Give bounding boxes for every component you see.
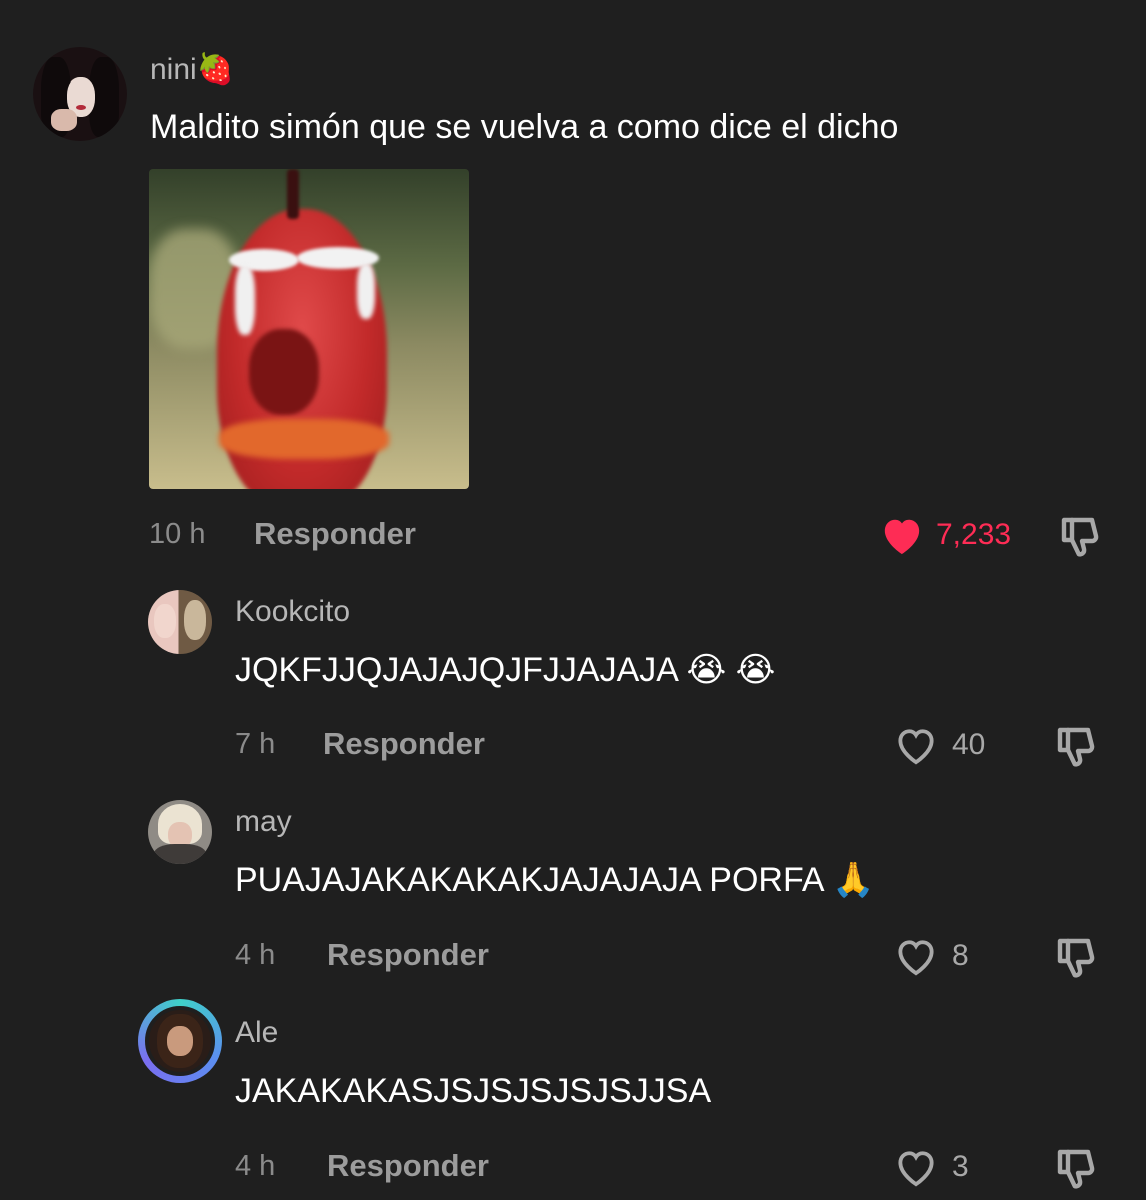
avatar-may[interactable] xyxy=(148,800,212,864)
comment-username[interactable]: may xyxy=(235,805,292,839)
comment-text: PUAJAJAKAKAKAKJAJAJAJA PORFA 🙏 xyxy=(235,861,875,899)
like-count: 7,233 xyxy=(936,518,1012,551)
heart-filled-icon[interactable] xyxy=(879,514,925,556)
avatar-ale[interactable] xyxy=(145,1006,215,1076)
avatar-nini[interactable] xyxy=(33,47,127,141)
comment-username[interactable]: Ale xyxy=(235,1016,278,1050)
comment-username[interactable]: nini🍓 xyxy=(150,52,234,87)
dislike-icon[interactable] xyxy=(1052,724,1100,768)
heart-outline-icon[interactable] xyxy=(893,1146,939,1188)
like-count: 3 xyxy=(952,1150,969,1183)
comment-text: Maldito simón que se vuelva a como dice … xyxy=(150,108,899,146)
reply-button[interactable]: Responder xyxy=(323,726,485,762)
heart-outline-icon[interactable] xyxy=(893,935,939,977)
comment-timestamp: 4 h xyxy=(235,939,276,971)
dislike-icon[interactable] xyxy=(1052,1146,1100,1190)
dislike-icon[interactable] xyxy=(1052,935,1100,979)
comment-timestamp: 7 h xyxy=(235,728,276,760)
comment-timestamp: 4 h xyxy=(235,1150,276,1182)
dislike-icon[interactable] xyxy=(1056,514,1104,558)
comment-sticker-image[interactable] xyxy=(149,169,469,489)
reply-button[interactable]: Responder xyxy=(327,937,489,973)
comment-username[interactable]: Kookcito xyxy=(235,595,350,629)
reply-button[interactable]: Responder xyxy=(327,1148,489,1184)
comment-timestamp: 10 h xyxy=(149,518,206,550)
reply-button[interactable]: Responder xyxy=(254,516,416,552)
avatar-kookcito[interactable] xyxy=(148,590,212,654)
comment-text: JAKAKAKASJSJSJSJSJSJJSA xyxy=(235,1072,712,1110)
like-count: 8 xyxy=(952,939,969,972)
like-count: 40 xyxy=(952,728,986,761)
comment-text: JQKFJJQJAJAJQJFJJAJAJA 😭 😭 xyxy=(235,651,776,689)
heart-outline-icon[interactable] xyxy=(893,724,939,766)
